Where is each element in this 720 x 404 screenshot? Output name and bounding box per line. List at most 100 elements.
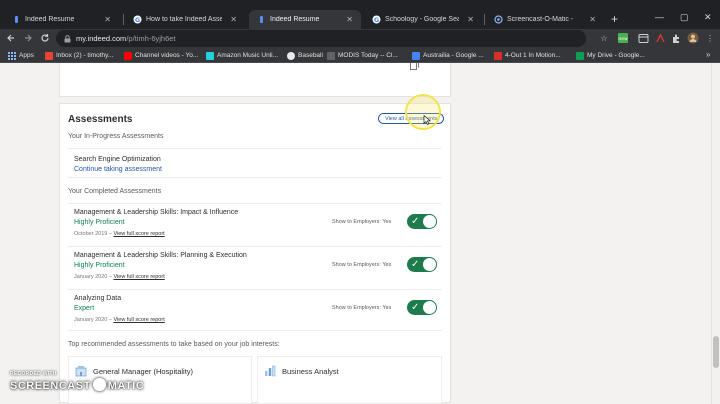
in-progress-heading: Your In-Progress Assessments [68, 133, 164, 140]
assessment-score: Highly Proficient [74, 262, 125, 269]
recorded-with-text: RECORDED WITH [10, 371, 57, 377]
close-icon[interactable]: ✕ [589, 15, 596, 24]
extensions-puzzle-icon[interactable] [670, 32, 682, 44]
assessment-name: Management & Leadership Skills: Planning… [74, 252, 247, 259]
bookmark-label: Baseball [298, 52, 323, 59]
bookmark-baseball[interactable]: Baseball [287, 50, 323, 61]
bookmark-label: Amazon Music Unli... [217, 52, 279, 59]
completed-assessment-row: Management & Leadership Skills: Planning… [68, 246, 442, 288]
bookmark-4-out-1-in[interactable]: 4-Out 1 In Motion... [494, 50, 561, 61]
apps-grid-icon [8, 51, 16, 60]
tab-indeed-resume-1[interactable]: Indeed Resume ✕ [4, 10, 119, 29]
copy-icon[interactable] [410, 63, 419, 70]
show-to-employers-label: Show to Employers: Yes [332, 262, 392, 268]
recommended-assessment-card[interactable]: Business Analyst [257, 356, 442, 404]
assessments-card: Assessments View all assessments Your In… [59, 94, 451, 404]
bookmark-channel-videos[interactable]: Channel videos - Yo... [124, 50, 198, 61]
tab-strip: Indeed Resume ✕ G How to take Indeed Ass… [0, 0, 720, 29]
in-progress-item: Search Engine Optimization Continue taki… [68, 148, 442, 178]
tab-title: How to take Indeed Assessme [146, 16, 223, 23]
close-icon[interactable]: ✕ [230, 15, 237, 24]
mouse-cursor-icon [423, 115, 431, 125]
assessments-heading: Assessments [68, 114, 133, 125]
bookmark-site-icon [494, 51, 502, 60]
view-score-report-link[interactable]: View full score report [113, 317, 164, 323]
svg-text:G: G [374, 16, 379, 24]
star-icon[interactable]: ☆ [598, 32, 610, 44]
google-maps-icon [412, 51, 420, 60]
tab-title: Screencast-O-Matic - [507, 16, 574, 23]
assessment-meta: January 2020 – View full score report [74, 274, 165, 280]
show-to-employers-label: Show to Employers: Yes [332, 219, 392, 225]
show-to-employers-label: Show to Employers: Yes [332, 305, 392, 311]
page-viewport: Assessments View all assessments Your In… [0, 63, 720, 404]
checkmark-icon: ✓ [411, 216, 420, 227]
back-button[interactable] [4, 31, 18, 45]
checkmark-icon: ✓ [411, 259, 420, 270]
close-window-button[interactable]: ✕ [704, 12, 712, 23]
close-icon[interactable]: ✕ [346, 15, 353, 24]
checkmark-icon: ✓ [411, 302, 420, 313]
bookmarks-overflow-icon[interactable]: » [706, 50, 710, 59]
bookmark-my-drive[interactable]: My Drive - Google... [576, 50, 645, 61]
indeed-icon [12, 15, 21, 24]
tab-indeed-resume-active[interactable]: Indeed Resume ✕ [249, 10, 361, 29]
screencast-icon [494, 15, 503, 24]
close-icon[interactable]: ✕ [104, 15, 111, 24]
assessment-score: Highly Proficient [74, 219, 125, 226]
show-to-employers-toggle[interactable]: ✓ [407, 214, 437, 229]
tab-how-to-take-assessment[interactable]: G How to take Indeed Assessme ✕ [125, 10, 245, 29]
pdf-icon[interactable] [654, 32, 666, 44]
youtube-icon [124, 51, 132, 60]
assessment-score: Expert [74, 305, 95, 312]
tab-screencast[interactable]: Screencast-O-Matic - ✕ [486, 10, 604, 29]
show-to-employers-toggle[interactable]: ✓ [407, 300, 437, 315]
scrollbar-thumb[interactable] [713, 336, 719, 368]
bookmark-label: Apps [19, 52, 34, 59]
assessment-meta: October 2019 – View full score report [74, 231, 165, 237]
google-drive-icon [576, 51, 584, 60]
bookmark-label: Channel videos - Yo... [135, 52, 199, 59]
tab-schoology-search[interactable]: G Schoology - Google Search ✕ [364, 10, 482, 29]
view-score-report-link[interactable]: View full score report [113, 231, 164, 237]
bookmark-apps[interactable]: Apps [8, 50, 34, 61]
maximize-button[interactable]: ▢ [680, 12, 689, 23]
assessment-name: Analyzing Data [74, 295, 122, 302]
tab-title: Indeed Resume [25, 16, 75, 23]
bookmark-modis-today[interactable]: MODIS Today -- Cl... [327, 50, 398, 61]
new-tab-button[interactable]: + [611, 12, 618, 26]
show-to-employers-toggle[interactable]: ✓ [407, 257, 437, 272]
recommended-heading: Top recommended assessments to take base… [68, 341, 280, 348]
view-score-report-link[interactable]: View full score report [113, 274, 164, 280]
profile-avatar[interactable] [687, 32, 699, 44]
minimize-button[interactable]: — [655, 12, 664, 22]
assessment-meta: January 2020 – View full score report [74, 317, 165, 323]
browser-toolbar: my.indeed.com/p/timh-6yjh6et ☆ new ⋮ [0, 29, 720, 48]
close-icon[interactable]: ✕ [467, 15, 474, 24]
gmail-icon [45, 51, 53, 60]
bookmark-austrailia[interactable]: Austrailia - Google ... [412, 50, 484, 61]
menu-kebab-icon[interactable]: ⋮ [704, 32, 716, 44]
reload-button[interactable] [38, 31, 52, 45]
screencast-watermark: RECORDED WITH SCREENCAST MATIC [10, 371, 144, 401]
bookmark-amazon-music[interactable]: Amazon Music Unli... [206, 50, 278, 61]
assessment-name: Management & Leadership Skills: Impact &… [74, 209, 239, 216]
continue-assessment-link[interactable]: Continue taking assessment [74, 166, 162, 173]
svg-text:G: G [135, 16, 140, 24]
url-text: my.indeed.com/p/timh-6yjh6et [76, 34, 176, 43]
bookmark-inbox[interactable]: Inbox (2) - timothy... [45, 50, 113, 61]
tab-title: Indeed Resume [270, 16, 320, 23]
google-icon: G [133, 15, 142, 24]
previous-section-card [59, 63, 451, 97]
address-bar[interactable]: my.indeed.com/p/timh-6yjh6et [56, 30, 586, 47]
screencast-o-icon [92, 378, 106, 391]
google-icon: G [372, 15, 381, 24]
completed-heading: Your Completed Assessments [68, 188, 162, 195]
lock-icon [64, 34, 71, 42]
forward-button[interactable] [21, 31, 35, 45]
completed-assessment-row: Analyzing Data Expert January 2020 – Vie… [68, 289, 442, 331]
recommended-assessment-label: Business Analyst [282, 367, 339, 376]
extension-calendar-icon[interactable] [637, 32, 649, 44]
extension-new-icon[interactable]: new [617, 32, 629, 44]
page-icon [327, 51, 335, 60]
